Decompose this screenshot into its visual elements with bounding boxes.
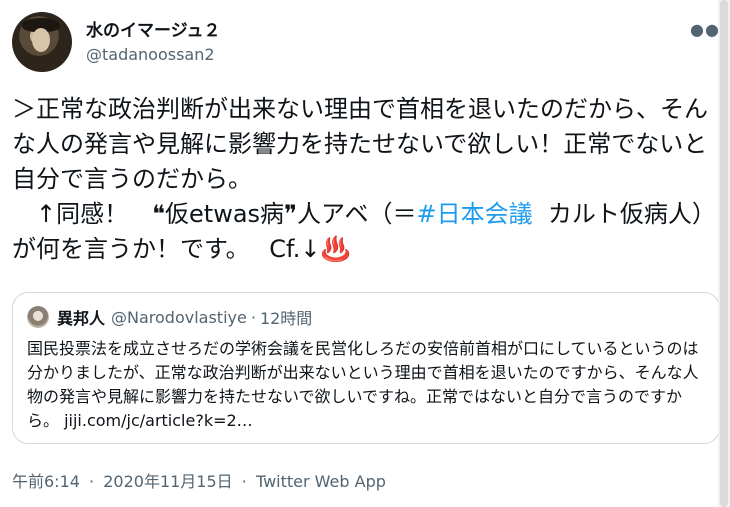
- tweet-text-line2a: ↑同感！ ❝仮etwas病❞人アベ（＝: [12, 200, 417, 228]
- tweet-time[interactable]: 午前6:14: [12, 472, 80, 491]
- quoted-author-avatar: [27, 306, 49, 328]
- quoted-tweet-header: 異邦人 @Narodovlastiye · 12時間: [27, 305, 312, 329]
- hashtag-link[interactable]: #日本会議: [416, 200, 532, 228]
- author-handle[interactable]: @tadanoossan2: [86, 44, 220, 66]
- tweet-text-line1: ＞正常な政治判断が出来ない理由で首相を退いたのだから、そんな人の発言や見解に影響…: [12, 95, 708, 193]
- hot-springs-icon: ♨️: [320, 235, 351, 263]
- quoted-separator: ·: [250, 307, 256, 327]
- author-info[interactable]: 水のイマージュ２ @tadanoossan2: [86, 20, 220, 66]
- meta-separator: ·: [89, 472, 95, 491]
- quoted-tweet-text: 国民投票法を成立させろだの学術会議を民営化しろだの安倍前首相が口にしているという…: [27, 339, 699, 430]
- scrollbar-thumb[interactable]: [720, 0, 728, 507]
- scrollbar[interactable]: [718, 0, 730, 507]
- author-display-name[interactable]: 水のイマージュ２: [86, 20, 220, 42]
- tweet-header: 水のイマージュ２ @tadanoossan2 ●●●: [12, 12, 730, 76]
- meta-separator-2: ·: [241, 472, 247, 491]
- quoted-tweet[interactable]: 異邦人 @Narodovlastiye · 12時間 国民投票法を成立させろだの…: [12, 292, 720, 444]
- quoted-time: 12時間: [259, 309, 313, 328]
- tweet-source[interactable]: Twitter Web App: [256, 472, 386, 491]
- more-options-button[interactable]: ●●●: [690, 20, 730, 40]
- avatar-face: [32, 28, 50, 52]
- tweet-date[interactable]: 2020年11月15日: [103, 472, 232, 491]
- author-avatar[interactable]: [12, 12, 72, 72]
- tweet-text: ＞正常な政治判断が出来ない理由で首相を退いたのだから、そんな人の発言や見解に影響…: [12, 92, 722, 267]
- quoted-author-name: 異邦人: [57, 309, 106, 328]
- quoted-author-handle: @Narodovlastiye: [111, 307, 247, 327]
- tweet-meta: 午前6:14 · 2020年11月15日 · Twitter Web App: [12, 468, 386, 492]
